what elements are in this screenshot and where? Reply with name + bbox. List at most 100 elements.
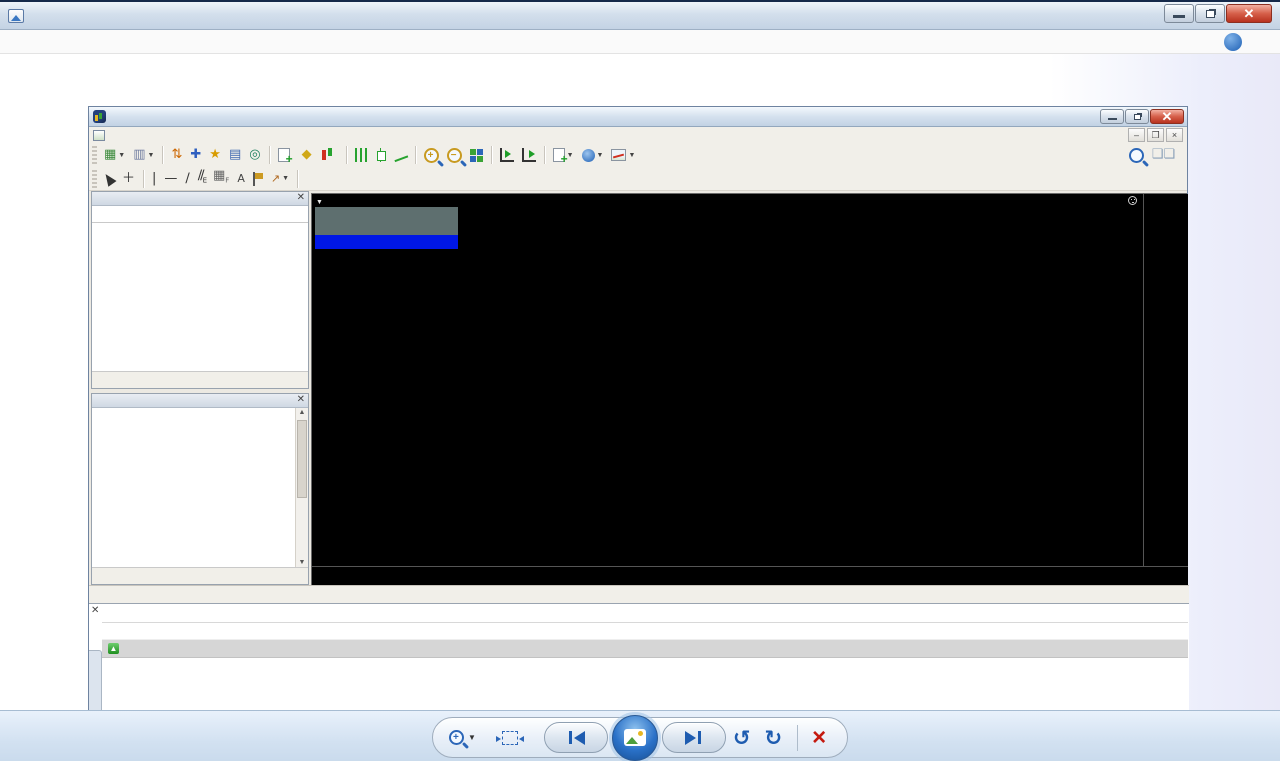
chart-window-icon xyxy=(93,130,105,141)
search-button[interactable] xyxy=(1125,145,1148,165)
mt4-window: ✕ – ❐ × ▦▼ ▥▼ ⇅ ✚ ★ ▤ xyxy=(88,106,1188,761)
mt4-menubar: – ❐ × xyxy=(89,127,1187,143)
strategy-tester-icon: ◎ xyxy=(249,147,260,163)
channel-button[interactable]: ∕∕E xyxy=(194,169,209,189)
next-button[interactable] xyxy=(662,722,726,753)
photo-viewer-content: ✕ – ❐ × ▦▼ ▥▼ ⇅ ✚ ★ ▤ xyxy=(0,54,1280,710)
price-axis[interactable] xyxy=(1143,194,1188,566)
controls-pill: + ▼ ↺ ↻ × xyxy=(432,717,848,758)
terminal-toggle[interactable]: ▤ xyxy=(225,145,245,165)
periods-button[interactable]: ▼ xyxy=(578,145,608,165)
order-row[interactable] xyxy=(102,623,1188,640)
indicators-icon xyxy=(553,148,565,162)
mt4-restore-button[interactable] xyxy=(1125,109,1149,124)
arrows-button[interactable]: ↗▼ xyxy=(267,169,293,189)
vertical-line-button[interactable]: | xyxy=(148,169,160,189)
line-chart-icon xyxy=(391,148,408,162)
mt4-logo-icon xyxy=(93,110,106,123)
metaeditor-icon: ◆ xyxy=(302,147,312,163)
autotrading-button[interactable] xyxy=(316,145,342,165)
text-label-button[interactable] xyxy=(249,169,267,189)
candlestick-icon xyxy=(376,148,385,162)
data-window-icon: ✚ xyxy=(190,147,201,163)
zoom-out-button[interactable]: − xyxy=(443,145,466,165)
profiles-button[interactable]: ▥▼ xyxy=(129,145,158,165)
zoom-in-icon: + xyxy=(424,148,439,163)
label-icon xyxy=(253,172,263,186)
zoom-button[interactable]: + ▼ xyxy=(449,730,476,745)
templates-icon xyxy=(611,149,626,161)
restore-button[interactable] xyxy=(1195,4,1225,23)
text-button[interactable]: A xyxy=(233,169,249,189)
tile-windows-button[interactable] xyxy=(466,145,487,165)
close-button[interactable]: ✕ xyxy=(1226,4,1272,23)
cursor-button[interactable] xyxy=(100,169,118,189)
navigator-scrollbar[interactable]: ▲ ▼ xyxy=(295,408,308,567)
previous-button[interactable] xyxy=(544,722,608,753)
trendline-button[interactable]: ∕ xyxy=(181,169,193,189)
chart-plot[interactable]: ▼ xyxy=(312,194,1143,566)
toolbar-handle[interactable] xyxy=(92,170,97,188)
chart-ohlc-header: ▼ xyxy=(316,196,326,206)
line-chart-button[interactable] xyxy=(389,145,411,165)
autotrading-icon xyxy=(320,148,334,162)
navigator-tabs xyxy=(92,567,308,584)
slideshow-button[interactable] xyxy=(612,715,658,761)
delete-button[interactable]: × xyxy=(812,727,826,749)
market-watch-close-icon[interactable]: ✕ xyxy=(297,192,305,203)
help-icon[interactable] xyxy=(1224,33,1242,51)
auto-scroll-button[interactable] xyxy=(496,145,518,165)
slideshow-icon xyxy=(624,729,646,746)
data-window-toggle[interactable]: ✚ xyxy=(186,145,205,165)
indicators-button[interactable]: ▼ xyxy=(549,145,578,165)
mdi-minimize-button[interactable]: – xyxy=(1128,128,1145,142)
mt4-close-button[interactable]: ✕ xyxy=(1150,109,1184,124)
navigator-icon: ★ xyxy=(209,147,221,163)
cursor-icon xyxy=(101,171,116,187)
navigator-title: ✕ xyxy=(92,394,308,408)
tile-windows-icon xyxy=(470,149,483,162)
crosshair-button[interactable]: ＋ xyxy=(118,169,139,189)
ea-info-overlay xyxy=(315,207,458,249)
mdi-close-button[interactable]: × xyxy=(1166,128,1183,142)
chat-icon: ❑❏ xyxy=(1152,147,1175,163)
zoom-icon: + xyxy=(449,730,464,745)
chart-shift-icon xyxy=(522,148,536,162)
terminal-close-icon[interactable]: ✕ xyxy=(91,605,99,616)
rotate-cw-button[interactable]: ↻ xyxy=(765,728,783,748)
time-axis[interactable] xyxy=(312,566,1188,586)
rotate-ccw-button[interactable]: ↺ xyxy=(733,728,751,748)
new-order-icon xyxy=(278,148,290,162)
scrollbar-thumb[interactable] xyxy=(297,420,307,498)
market-watch-header xyxy=(92,206,308,223)
minimize-button[interactable] xyxy=(1164,4,1194,23)
search-icon xyxy=(1129,148,1144,163)
navigator-panel: ✕ ▲ ▼ xyxy=(91,393,309,585)
toolbar-handle[interactable] xyxy=(92,146,97,164)
metaeditor-button[interactable]: ◆ xyxy=(298,145,316,165)
mdi-restore-button[interactable]: ❐ xyxy=(1147,128,1164,142)
navigator-toggle[interactable]: ★ xyxy=(205,145,225,165)
chart-shift-button[interactable] xyxy=(518,145,540,165)
strategy-tester-toggle[interactable]: ◎ xyxy=(245,145,264,165)
horizontal-line-button[interactable]: — xyxy=(160,169,181,189)
navigator-close-icon[interactable]: ✕ xyxy=(297,394,305,405)
market-watch-title: ✕ xyxy=(92,192,308,206)
market-watch-toggle[interactable]: ⇅ xyxy=(167,145,186,165)
candlestick-button[interactable] xyxy=(372,145,389,165)
photo-viewer-titlebar: ✕ xyxy=(0,2,1280,30)
chat-button[interactable]: ❑❏ xyxy=(1148,145,1179,165)
new-chart-button[interactable]: ▦▼ xyxy=(100,145,129,165)
ea-smiley-icon xyxy=(1128,196,1137,205)
one-click-trading-icon[interactable]: ▼ xyxy=(316,199,323,206)
mt4-minimize-button[interactable] xyxy=(1100,109,1124,124)
photo-viewer-menubar xyxy=(0,30,1280,54)
zoom-caret-icon[interactable]: ▼ xyxy=(468,733,476,742)
mt4-drawing-toolbar: ＋ | — ∕ ∕∕E ▦F A ↗▼ xyxy=(89,167,1187,191)
fibonacci-button[interactable]: ▦F xyxy=(209,169,233,189)
bar-chart-button[interactable] xyxy=(351,145,372,165)
zoom-in-button[interactable]: + xyxy=(420,145,443,165)
fit-to-window-icon[interactable] xyxy=(502,731,518,745)
templates-button[interactable]: ▼ xyxy=(607,145,639,165)
new-order-button[interactable] xyxy=(274,145,298,165)
